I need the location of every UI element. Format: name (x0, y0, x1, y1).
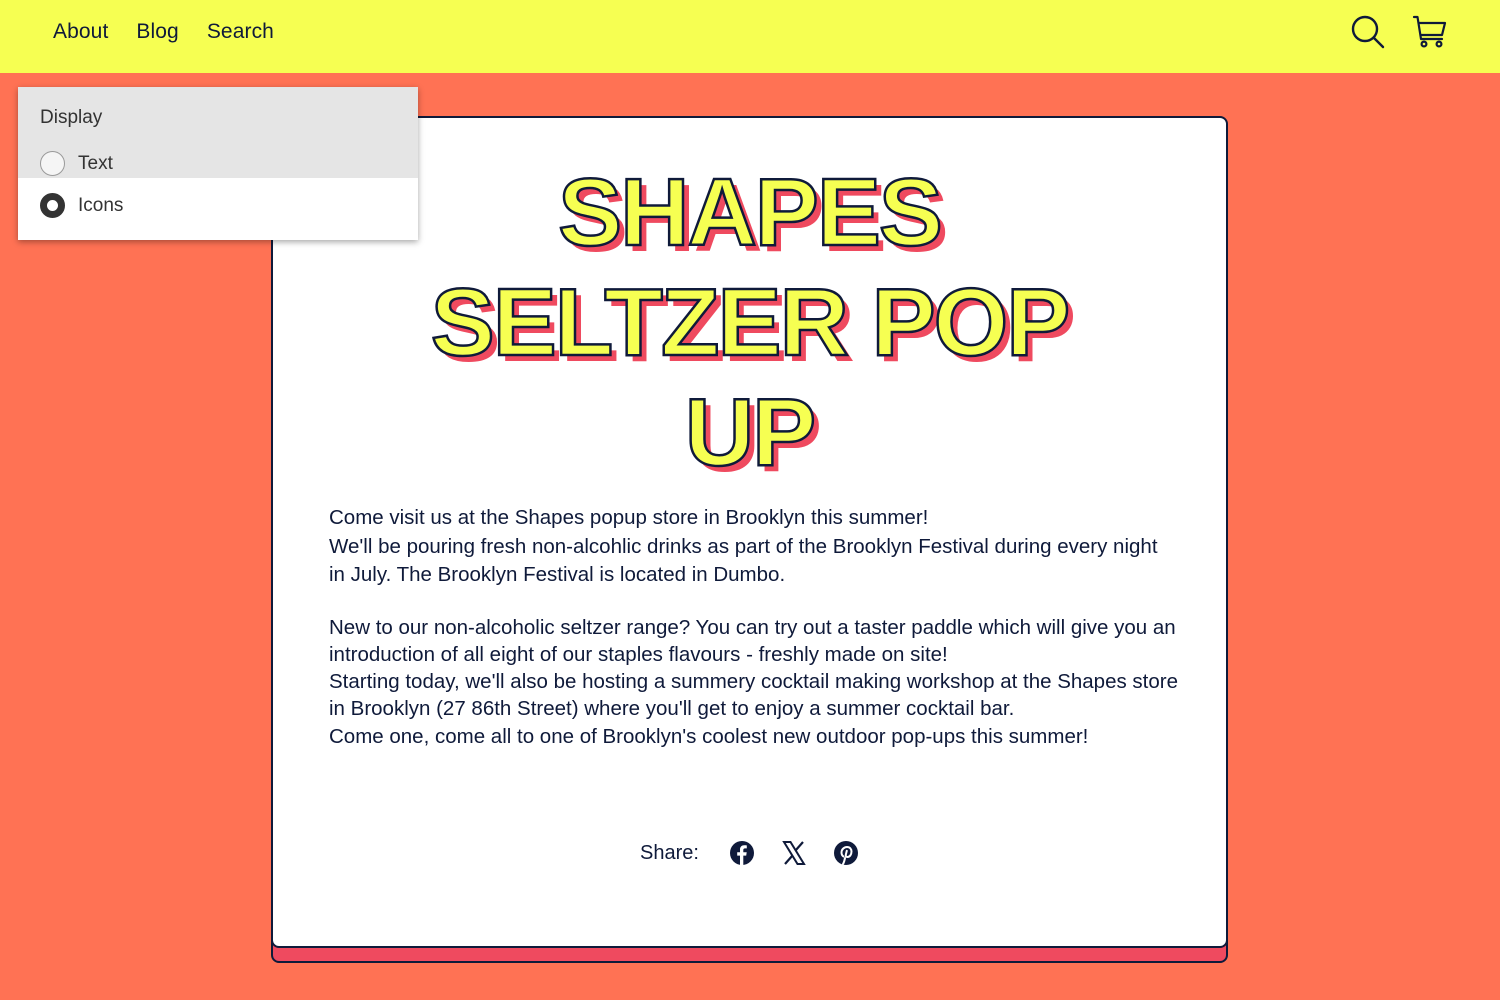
pinterest-icon[interactable] (833, 840, 859, 866)
x-icon[interactable] (781, 840, 807, 866)
facebook-icon[interactable] (729, 840, 755, 866)
search-icon[interactable] (1350, 14, 1386, 50)
cart-icon[interactable] (1412, 14, 1448, 50)
display-option-text[interactable]: Text (40, 151, 113, 176)
article-paragraph: Come visit us at the Shapes popup store … (329, 504, 1179, 590)
display-menu: Display Text Icons (18, 87, 418, 240)
share-bar: Share: (273, 840, 1226, 866)
nav-blog[interactable]: Blog (136, 20, 178, 44)
site-header: About Blog Search (0, 0, 1500, 73)
display-option-icons[interactable]: Icons (40, 193, 123, 218)
display-option-label: Text (78, 152, 113, 174)
article-card: SHAPES SELTZER POP UP Come visit us at t… (271, 116, 1228, 948)
share-label: Share: (640, 841, 699, 864)
radio-unchecked-icon[interactable] (40, 151, 65, 176)
paragraph-text: New to our non-alcoholic seltzer range? … (329, 615, 1179, 748)
header-actions (1350, 14, 1448, 50)
article-paragraph: New to our non-alcoholic seltzer range? … (329, 614, 1179, 750)
radio-checked-icon[interactable] (40, 193, 65, 218)
display-menu-header: Display Text (18, 87, 418, 178)
display-option-label: Icons (78, 194, 124, 216)
main-nav: About Blog Search (53, 20, 274, 44)
nav-about[interactable]: About (53, 20, 108, 44)
display-menu-heading: Display (40, 107, 103, 128)
nav-search[interactable]: Search (207, 20, 274, 44)
article-body: Come visit us at the Shapes popup store … (329, 504, 1179, 774)
paragraph-text: Come visit us at the Shapes popup store … (329, 506, 1158, 586)
